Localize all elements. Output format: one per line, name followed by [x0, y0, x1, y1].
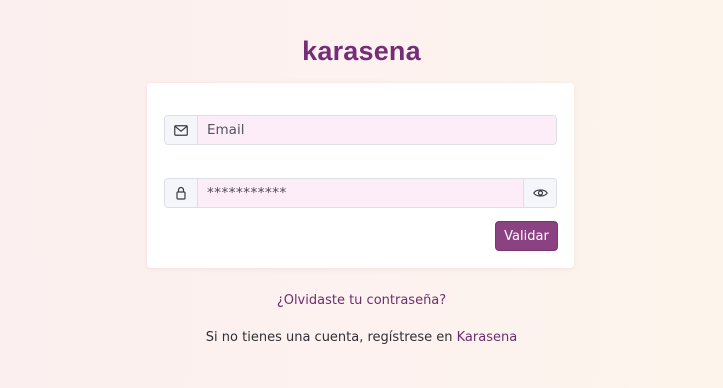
lock-icon: [165, 179, 198, 207]
forgot-password-link[interactable]: ¿Olvidaste tu contraseña?: [0, 293, 723, 308]
validar-button[interactable]: Validar: [495, 221, 558, 251]
password-input[interactable]: ***********: [198, 179, 523, 207]
email-input-group: [164, 115, 557, 145]
eye-icon[interactable]: [523, 179, 556, 207]
brand-title: karasena: [302, 36, 421, 66]
register-text: Si no tienes una cuenta, regístrese en K…: [0, 330, 723, 345]
email-input[interactable]: [198, 116, 556, 144]
envelope-icon: [165, 116, 198, 144]
register-link[interactable]: Karasena: [457, 330, 518, 345]
password-input-group: ***********: [164, 178, 557, 208]
login-card: *********** Validar: [147, 83, 574, 268]
register-prefix: Si no tienes una cuenta, regístrese en: [205, 330, 453, 345]
